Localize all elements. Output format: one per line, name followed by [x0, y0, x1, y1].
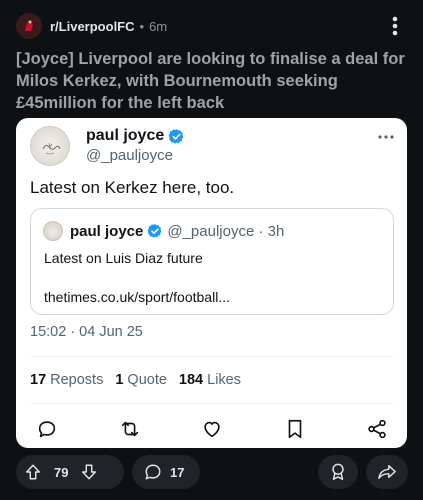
likes-count: 184 — [178, 372, 204, 388]
share-post-button[interactable] — [366, 455, 408, 489]
quoted-tweet[interactable]: paul joyce @_pauljoyce · 3h Latest on Lu… — [30, 208, 394, 315]
quotes-stat[interactable]: 1 Quote — [115, 372, 167, 388]
tweet-timestamp[interactable]: 15:02 · 04 Jun 25 — [30, 324, 143, 340]
reply-icon — [38, 421, 56, 438]
post-header: r/LiverpoolFC • 6m — [16, 13, 408, 39]
bookmark-button[interactable] — [282, 416, 308, 442]
share-button[interactable] — [364, 416, 390, 442]
reposts-stat[interactable]: 17 Reposts — [30, 372, 103, 388]
comment-count: 17 — [170, 464, 185, 480]
award-icon — [332, 463, 344, 480]
share-nodes-icon — [368, 419, 386, 439]
tweet-more-button[interactable] — [377, 128, 395, 170]
likes-stat[interactable]: 184 Likes — [179, 372, 241, 388]
upvote-count: 79 — [54, 464, 69, 480]
verified-badge-icon — [168, 128, 185, 145]
likes-label: Likes — [207, 372, 241, 388]
embedded-tweet-card[interactable]: paul joyce @_pauljoyce Latest on Kerkez … — [16, 118, 407, 448]
quotes-count: 1 — [115, 372, 124, 388]
reposts-label: Reposts — [50, 372, 104, 388]
bookmark-icon — [288, 419, 301, 439]
quoted-tweet-text: Latest on Luis Diaz future — [44, 250, 203, 266]
post-title[interactable]: [Joyce] Liverpool are looking to finalis… — [16, 48, 411, 114]
divider — [30, 403, 394, 404]
tweet-author-avatar[interactable] — [30, 126, 70, 166]
post-age: 6m — [149, 18, 168, 34]
subreddit-name[interactable]: r/LiverpoolFC — [50, 19, 135, 34]
upvote-button[interactable] — [16, 455, 50, 489]
post-action-bar: 79 17 — [16, 455, 408, 489]
quoted-author-handle-time: @_pauljoyce · 3h — [167, 222, 285, 240]
heart-icon — [204, 421, 220, 438]
quoted-tweet-link[interactable]: thetimes.co.uk/sport/football... — [44, 289, 230, 305]
more-vertical-icon — [392, 16, 398, 36]
upvote-arrow-icon — [25, 464, 41, 480]
repost-icon — [121, 421, 138, 437]
quoted-author-avatar — [43, 221, 63, 241]
vote-pill: 79 — [16, 455, 124, 489]
liverbird-icon — [16, 13, 42, 39]
tweet-author-name[interactable]: paul joyce — [86, 127, 164, 145]
comments-button[interactable]: 17 — [132, 455, 200, 489]
separator-dot: • — [139, 18, 145, 34]
subreddit-avatar[interactable] — [16, 13, 42, 39]
tweet-actions — [34, 416, 390, 442]
repost-button[interactable] — [117, 416, 143, 442]
quotes-label: Quote — [127, 372, 167, 388]
like-button[interactable] — [199, 416, 225, 442]
tweet-stats: 17 Reposts 1 Quote 184 Likes — [30, 372, 253, 388]
reposts-count: 17 — [30, 372, 47, 388]
downvote-arrow-icon — [82, 464, 97, 480]
avatar-sketch — [42, 142, 61, 155]
share-arrow-icon — [378, 464, 396, 480]
award-button[interactable] — [318, 455, 358, 489]
divider — [30, 356, 394, 357]
quoted-author-name: paul joyce — [70, 222, 144, 240]
comment-bubble-icon — [145, 464, 161, 480]
downvote-button[interactable] — [72, 455, 106, 489]
more-horizontal-icon — [378, 135, 394, 139]
tweet-text: Latest on Kerkez here, too. — [30, 178, 235, 197]
verified-badge-icon — [147, 223, 163, 239]
reply-button[interactable] — [34, 416, 60, 442]
post-more-button[interactable] — [382, 13, 408, 39]
tweet-author-row: paul joyce @_pauljoyce — [30, 126, 395, 170]
tweet-author-handle[interactable]: @_pauljoyce — [86, 147, 185, 164]
